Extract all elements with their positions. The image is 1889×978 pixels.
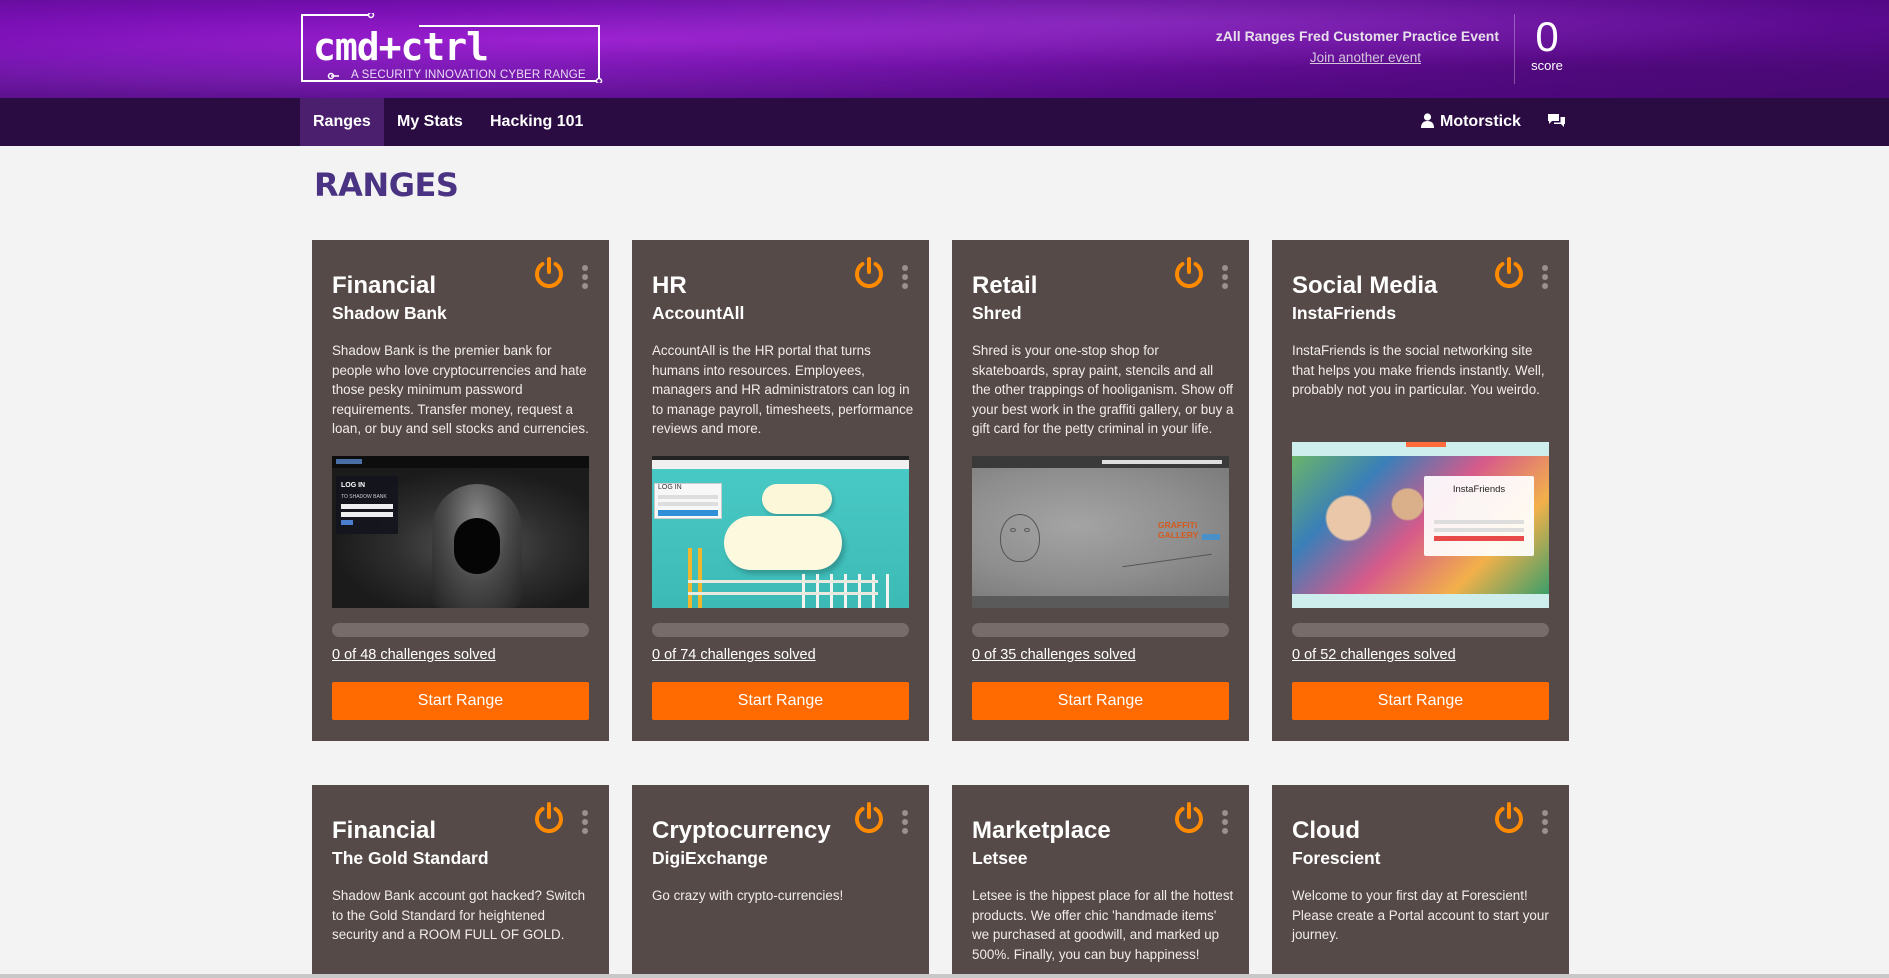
card-subtitle: Shadow Bank bbox=[332, 303, 447, 323]
nav-hacking-101[interactable]: Hacking 101 bbox=[477, 98, 596, 146]
score-label: score bbox=[1531, 58, 1563, 73]
card-title: Social Media bbox=[1292, 272, 1438, 299]
range-card-instafriends: Social Media InstaFriends InstaFriends i… bbox=[1272, 240, 1569, 741]
more-options-icon[interactable] bbox=[1542, 265, 1548, 292]
challenge-progress-bar bbox=[972, 623, 1229, 637]
header-background bbox=[0, 0, 1889, 98]
power-icon[interactable] bbox=[1493, 802, 1525, 834]
card-subtitle: AccountAll bbox=[652, 303, 745, 323]
power-icon[interactable] bbox=[853, 802, 885, 834]
card-description: Welcome to your first day at Forescient!… bbox=[1292, 888, 1549, 942]
event-name: zAll Ranges Fred Customer Practice Event bbox=[1215, 28, 1499, 44]
logo-wordmark: cmd+ctrl bbox=[313, 25, 489, 69]
shot-brand: InstaFriends bbox=[1452, 484, 1506, 495]
user-name: Motorstick bbox=[1440, 113, 1521, 130]
user-menu[interactable]: Motorstick bbox=[1421, 98, 1521, 146]
shred-screenshot: GRAFFITI GALLERY bbox=[972, 456, 1229, 608]
power-icon[interactable] bbox=[853, 257, 885, 289]
shot-login-title: LOG IN bbox=[658, 484, 682, 491]
range-card-shred: Retail Shred Shred is your one-stop shop… bbox=[952, 240, 1249, 741]
challenges-solved-link[interactable]: 0 of 35 challenges solved bbox=[972, 647, 1136, 663]
challenge-progress-bar bbox=[652, 623, 909, 637]
challenges-solved-link[interactable]: 0 of 74 challenges solved bbox=[652, 647, 816, 663]
more-options-icon[interactable] bbox=[902, 265, 908, 292]
more-options-icon[interactable] bbox=[1542, 810, 1548, 837]
event-info: zAll Ranges Fred Customer Practice Event… bbox=[1216, 28, 1499, 67]
power-icon[interactable] bbox=[1493, 257, 1525, 289]
logo-tagline: A SECURITY INNOVATION CYBER RANGE bbox=[351, 69, 586, 81]
header: cmd+ctrl A SECURITY INNOVATION CYBER RAN… bbox=[0, 0, 1889, 98]
card-description: Letsee is the hippest place for all the … bbox=[972, 888, 1234, 962]
challenge-progress-bar bbox=[1292, 623, 1549, 637]
range-card-accountall: HR AccountAll AccountAll is the HR porta… bbox=[632, 240, 929, 741]
more-options-icon[interactable] bbox=[902, 810, 908, 837]
card-description: Go crazy with crypto-currencies! bbox=[652, 888, 844, 903]
page-title: RANGES bbox=[314, 166, 459, 204]
card-subtitle: Forescient bbox=[1292, 848, 1381, 868]
card-description: Shadow Bank account got hacked? Switch t… bbox=[332, 888, 586, 942]
card-subtitle: The Gold Standard bbox=[332, 848, 489, 868]
power-icon[interactable] bbox=[1173, 257, 1205, 289]
card-description: AccountAll is the HR portal that turns h… bbox=[652, 343, 914, 436]
card-title: Financial bbox=[332, 272, 437, 299]
start-range-button[interactable]: Start Range bbox=[652, 682, 909, 720]
chat-icon[interactable] bbox=[1547, 113, 1566, 135]
card-subtitle: Shred bbox=[972, 303, 1022, 323]
card-title: Financial bbox=[332, 817, 437, 844]
start-range-button[interactable]: Start Range bbox=[332, 682, 589, 720]
more-options-icon[interactable] bbox=[1222, 810, 1228, 837]
nav-my-stats[interactable]: My Stats bbox=[384, 98, 476, 146]
accountall-screenshot: LOG IN bbox=[652, 456, 909, 608]
instafriends-screenshot: InstaFriends bbox=[1292, 442, 1549, 608]
start-range-button[interactable]: Start Range bbox=[1292, 682, 1549, 720]
shot-login-sub: TO SHADOW BANK bbox=[341, 494, 387, 500]
shot-login-title: LOG IN bbox=[341, 482, 366, 489]
score-value: 0 bbox=[1535, 13, 1559, 60]
card-subtitle: Letsee bbox=[972, 848, 1028, 868]
more-options-icon[interactable] bbox=[582, 265, 588, 292]
card-description: Shadow Bank is the premier bank for peop… bbox=[332, 343, 589, 436]
nav-ranges[interactable]: Ranges bbox=[300, 98, 384, 146]
power-icon[interactable] bbox=[1173, 802, 1205, 834]
card-description: InstaFriends is the social networking si… bbox=[1292, 343, 1545, 397]
range-card-digiexchange: Cryptocurrency DigiExchange Go crazy wit… bbox=[632, 785, 929, 978]
more-options-icon[interactable] bbox=[582, 810, 588, 837]
card-subtitle: DigiExchange bbox=[652, 848, 768, 868]
range-card-gold-standard: Financial The Gold Standard Shadow Bank … bbox=[312, 785, 609, 978]
range-card-letsee: Marketplace Letsee Letsee is the hippest… bbox=[952, 785, 1249, 978]
card-title: Cloud bbox=[1292, 817, 1360, 844]
card-title: Retail bbox=[972, 272, 1038, 299]
join-another-event-link[interactable]: Join another event bbox=[1310, 50, 1421, 65]
power-icon[interactable] bbox=[533, 257, 565, 289]
start-range-button[interactable]: Start Range bbox=[972, 682, 1229, 720]
main-nav: Ranges My Stats Hacking 101 Motorstick bbox=[0, 98, 1889, 146]
window-bottom-edge bbox=[0, 974, 1889, 978]
challenges-solved-link[interactable]: 0 of 52 challenges solved bbox=[1292, 647, 1456, 663]
card-subtitle: InstaFriends bbox=[1292, 303, 1397, 323]
score-box: 0 score bbox=[1526, 13, 1568, 74]
card-title: Cryptocurrency bbox=[652, 817, 831, 844]
range-card-forescient: Cloud Forescient Welcome to your first d… bbox=[1272, 785, 1569, 978]
card-title: HR bbox=[652, 272, 687, 299]
card-description: Shred is your one-stop shop for skateboa… bbox=[972, 343, 1234, 436]
power-icon[interactable] bbox=[533, 802, 565, 834]
card-title: Marketplace bbox=[972, 817, 1111, 844]
score-divider bbox=[1514, 14, 1515, 84]
range-card-shadow-bank: Financial Shadow Bank Shadow Bank is the… bbox=[312, 240, 609, 741]
shadow-bank-screenshot: LOG IN TO SHADOW BANK bbox=[332, 456, 589, 608]
cmd-ctrl-logo[interactable]: cmd+ctrl A SECURITY INNOVATION CYBER RAN… bbox=[299, 13, 603, 83]
user-icon bbox=[1421, 113, 1434, 128]
challenge-progress-bar bbox=[332, 623, 589, 637]
challenges-solved-link[interactable]: 0 of 48 challenges solved bbox=[332, 647, 496, 663]
more-options-icon[interactable] bbox=[1222, 265, 1228, 292]
